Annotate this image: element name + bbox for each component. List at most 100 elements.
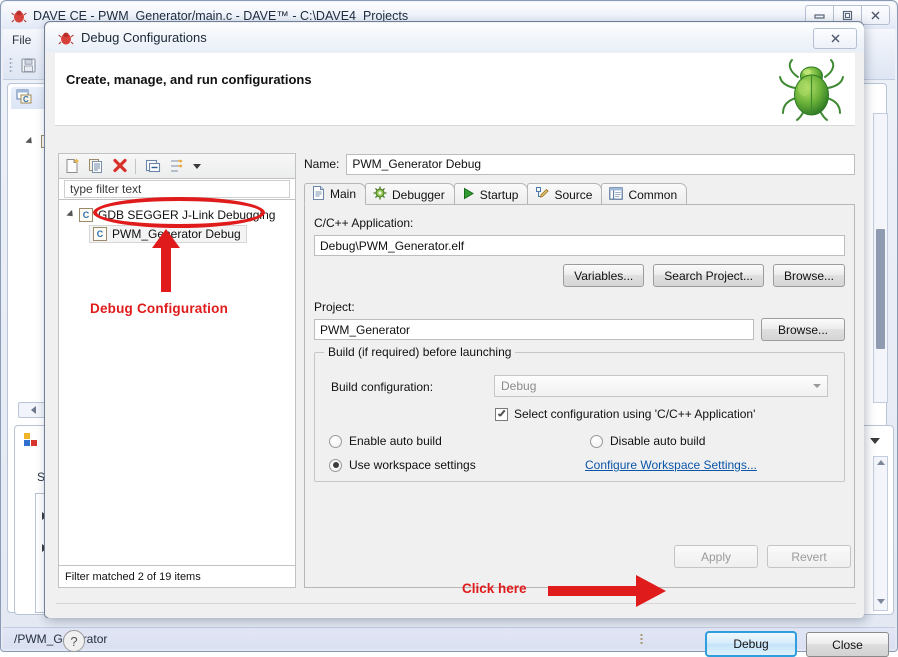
apply-revert-row: Apply Revert [674,545,851,568]
duplicate-configuration-icon[interactable] [85,156,107,177]
scroll-down-icon[interactable] [876,599,885,604]
project-input[interactable]: PWM_Generator [314,319,754,340]
dialog-title-text: Debug Configurations [81,30,207,45]
dialog-header-title: Create, manage, and run configurations [66,72,312,87]
save-icon[interactable] [17,55,39,76]
enable-auto-build-radio[interactable] [329,434,342,448]
menu-file[interactable]: File [3,31,40,49]
dave-bug-icon [58,30,74,46]
source-pencil-icon [535,186,550,203]
build-configuration-select[interactable]: Debug [494,375,828,397]
annotation-click-here-label: Click here [462,581,527,596]
debug-button[interactable]: Debug [705,631,797,657]
filter-match-text: Filter matched 2 of 19 items [65,570,201,583]
c-launch-icon: C [79,207,93,222]
close-button[interactable] [861,5,890,25]
dialog-header: Create, manage, and run configurations [55,53,855,126]
filter-placeholder-text: type filter text [70,182,142,196]
toolbar-grip[interactable] [9,56,13,74]
status-path-text: /PWM_Generator [14,631,108,646]
c-launch-icon: C [93,226,107,241]
tree-expander-icon[interactable] [25,136,35,147]
variables-button[interactable]: Variables... [563,264,645,287]
disable-auto-build-row[interactable]: Disable auto build [590,434,705,448]
use-workspace-settings-label: Use workspace settings [349,458,476,472]
toolbar-separator [135,158,136,174]
tab-label: Debugger [392,187,445,202]
debugger-gear-icon [373,186,387,203]
annotation-arrow-up [148,226,184,292]
select-configuration-label: Select configuration using 'C/C++ Applic… [514,407,756,421]
name-label: Name: [304,157,340,171]
application-input[interactable]: Debug\PWM_Generator.elf [314,235,845,256]
select-configuration-checkbox[interactable] [495,407,508,421]
select-configuration-checkbox-row[interactable]: Select configuration using 'C/C++ Applic… [495,407,755,421]
configuration-detail-panel: Name: PWM_Generator Debug Main Debugger … [304,153,855,588]
delete-configuration-icon[interactable] [109,156,131,177]
document-icon [312,185,325,203]
filter-text-container: type filter text [58,178,296,200]
scroll-up-icon[interactable] [876,460,885,465]
tab-main[interactable]: Main [304,183,367,205]
new-configuration-icon[interactable] [61,156,83,177]
palette-icon [23,432,39,450]
collapse-all-icon[interactable] [142,156,164,177]
use-workspace-settings-row[interactable]: Use workspace settings [329,458,476,472]
configurations-toolbar [58,153,296,178]
view-menu-chevron-down-icon[interactable] [870,438,880,444]
annotation-arrow-right [548,573,668,609]
filter-configurations-icon[interactable] [166,156,188,177]
tab-label: Source [554,187,593,202]
enable-auto-build-label: Enable auto build [349,434,442,448]
scroll-left-icon [30,406,36,414]
tab-label: Common [628,187,678,202]
help-button[interactable]: ? [63,630,85,652]
tree-item-label: GDB SEGGER J-Link Debugging [98,207,276,222]
green-play-icon [462,187,475,203]
tree-item-pwm-generator-debug[interactable]: C PWM_Generator Debug [89,224,295,243]
ide-editor-scrollbar[interactable] [873,113,888,403]
dave-bug-icon [11,8,27,24]
dialog-close-button[interactable] [813,28,857,49]
status-bar-grip[interactable] [640,633,643,646]
configuration-name-input[interactable]: PWM_Generator Debug [346,153,855,175]
build-configuration-label: Build configuration: [331,380,434,394]
annotation-debug-configuration-label: Debug Configuration [90,301,229,316]
common-window-icon [609,186,624,203]
dialog-body: Create, manage, and run configurations t… [46,52,889,657]
build-configuration-value: Debug [501,379,537,393]
green-bug-icon [775,55,849,123]
apply-button[interactable]: Apply [674,545,758,568]
tab-common[interactable]: Common [601,183,688,205]
disable-auto-build-radio[interactable] [590,434,603,448]
build-before-launch-group: Build (if required) before launching Bui… [314,345,845,482]
chevron-down-icon [813,384,821,388]
tab-startup[interactable]: Startup [453,183,529,205]
project-label: Project: [314,300,355,314]
browse-project-button[interactable]: Browse... [761,318,845,341]
configurations-panel: type filter text C GDB SEGGER J-Link Deb… [58,153,296,588]
tab-label: Main [330,187,357,201]
use-workspace-settings-radio[interactable] [329,458,342,472]
browse-application-button[interactable]: Browse... [772,264,845,287]
close-dialog-button[interactable]: Close [806,632,889,657]
tab-debugger[interactable]: Debugger [365,183,455,205]
tree-item-gdb-segger-jlink[interactable]: C GDB SEGGER J-Link Debugging [59,205,295,224]
scrollbar-thumb[interactable] [876,229,885,349]
tab-label: Startup [479,187,519,202]
filter-input[interactable]: type filter text [64,180,290,198]
search-project-button[interactable]: Search Project... [653,264,764,287]
chevron-down-icon[interactable] [66,209,76,220]
c-project-icon: C [16,89,33,108]
disable-auto-build-label: Disable auto build [610,434,706,448]
configure-workspace-settings-link[interactable]: Configure Workspace Settings... [585,458,757,472]
name-row: Name: PWM_Generator Debug [304,153,855,175]
dialog-footer-separator [56,603,856,604]
tab-source[interactable]: Source [527,183,603,205]
revert-button[interactable]: Revert [767,545,851,568]
filter-dropdown-arrow-icon[interactable] [190,156,204,177]
ide-bottom-scrollbar[interactable] [873,456,888,611]
enable-auto-build-row[interactable]: Enable auto build [329,434,442,448]
main-tab-page: C/C++ Application: Debug\PWM_Generator.e… [304,204,855,588]
svg-text:C: C [23,95,29,104]
